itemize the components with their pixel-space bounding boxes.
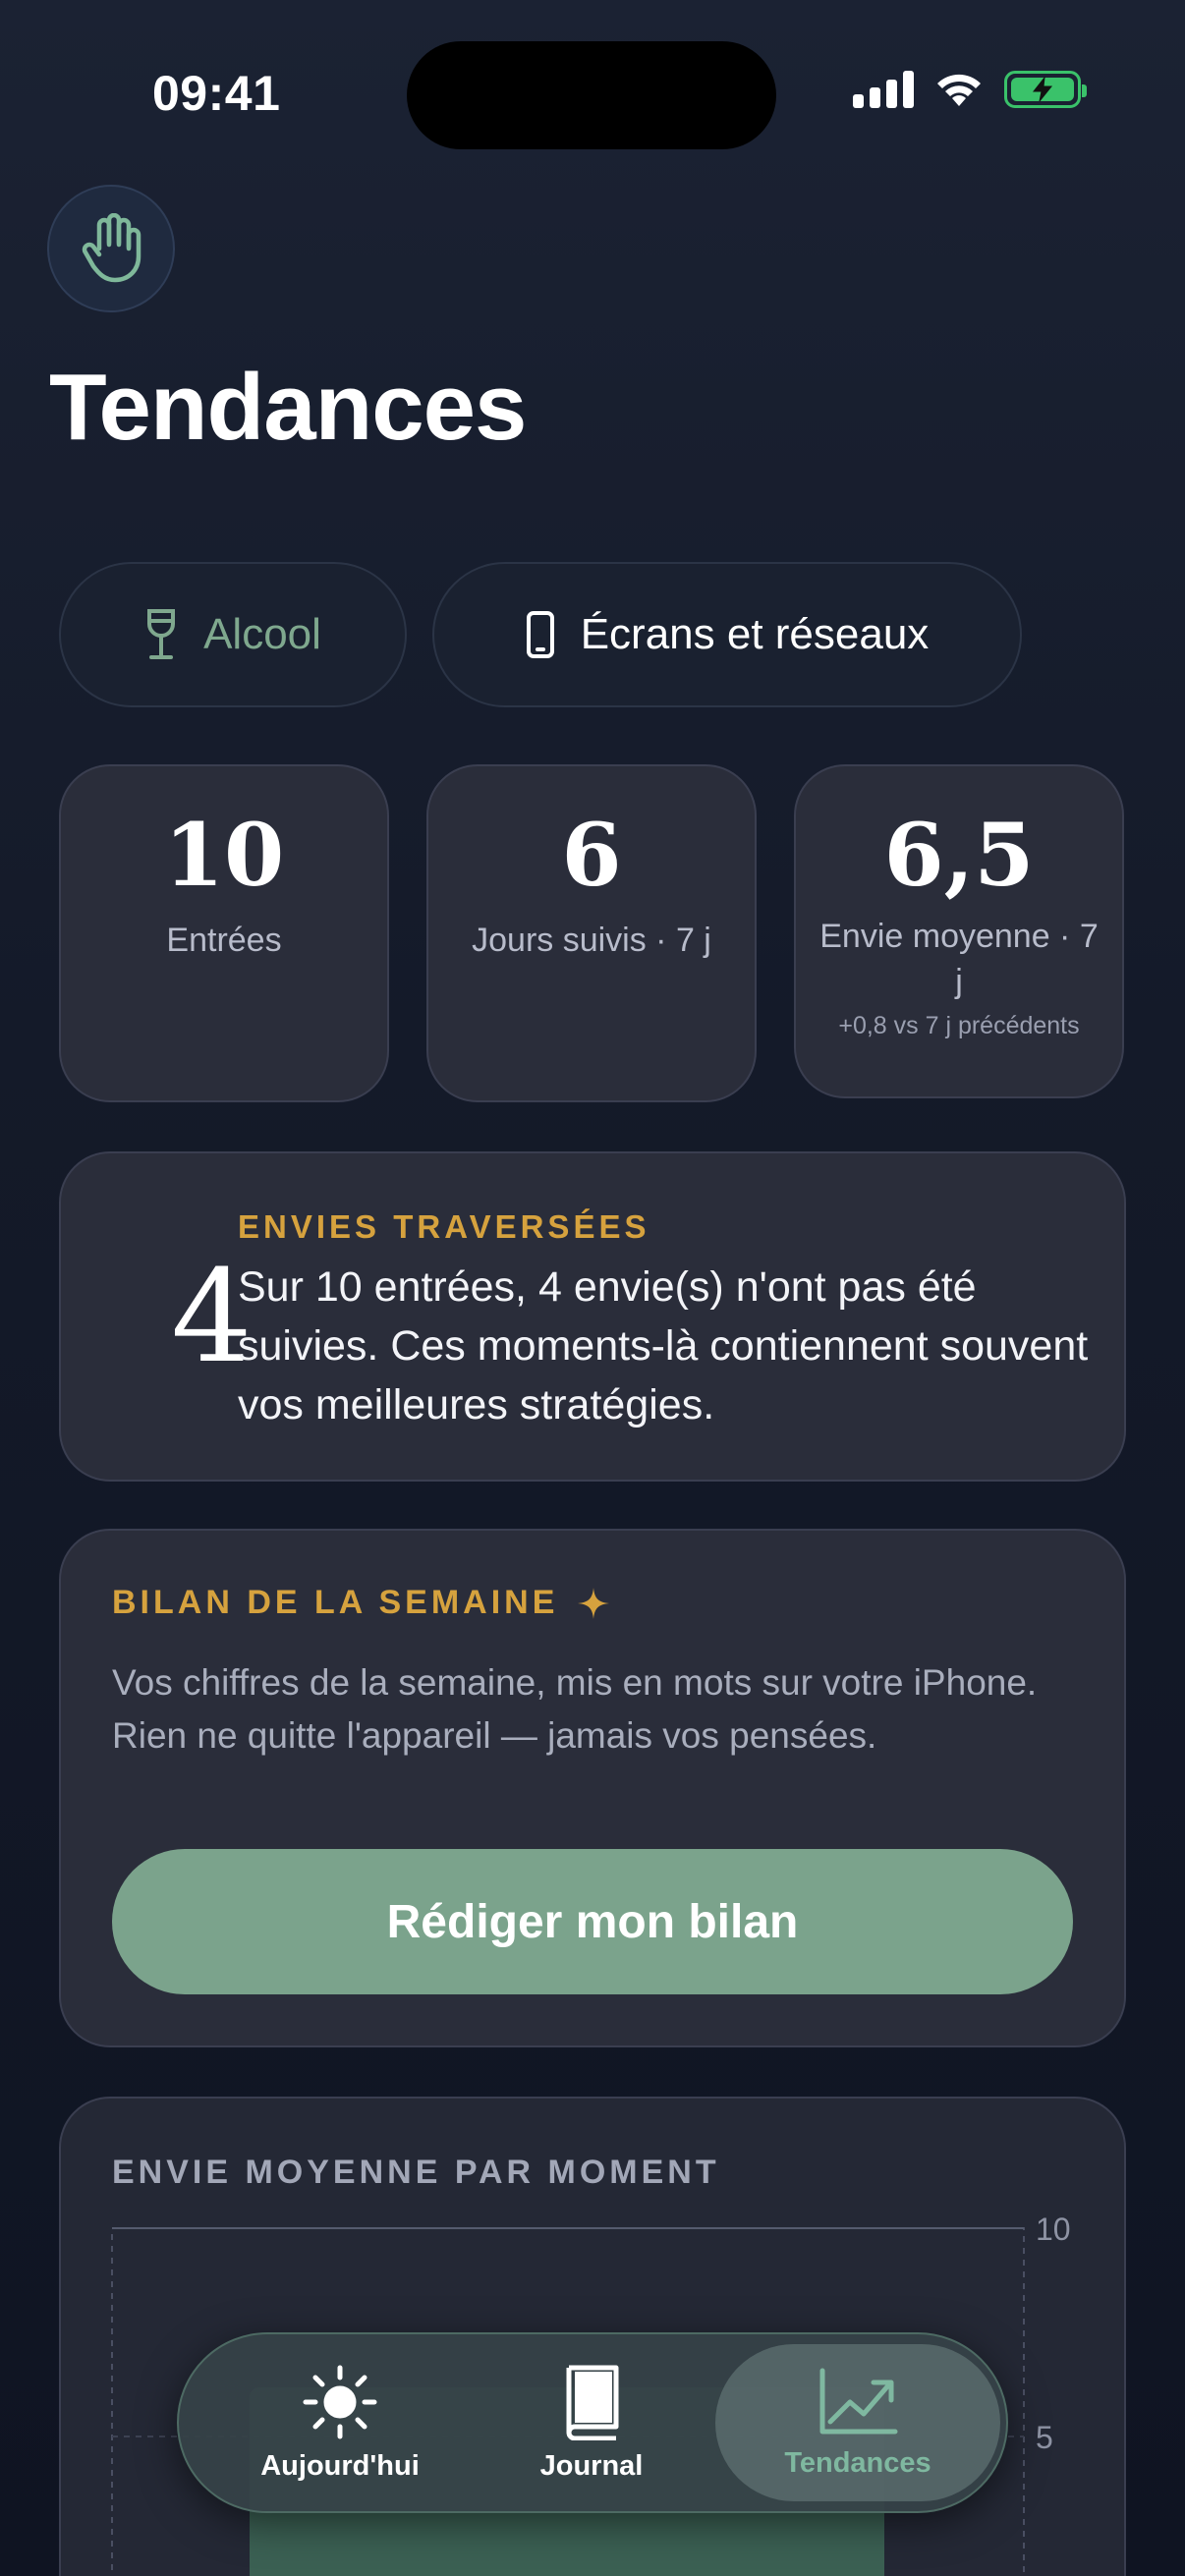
status-icons — [853, 71, 1087, 108]
bilan-kicker-label: BILAN DE LA SEMAINE — [112, 1584, 559, 1621]
rediger-bilan-button[interactable]: Rédiger mon bilan — [112, 1849, 1073, 1994]
stat-value: 10 — [163, 804, 285, 906]
tab-label: Journal — [539, 2449, 644, 2482]
stat-label: Entrées — [166, 922, 282, 959]
filter-chip-alcool[interactable]: Alcool — [59, 562, 407, 707]
bilan-kicker: BILAN DE LA SEMAINE — [112, 1584, 611, 1622]
envies-text: Sur 10 entrées, 4 envie(s) n'ont pas été… — [238, 1263, 1089, 1428]
filter-chip-label: Écrans et réseaux — [580, 610, 930, 658]
book-icon — [566, 2365, 619, 2440]
stat-value: 6,5 — [883, 804, 1035, 906]
status-time: 09:41 — [152, 66, 281, 121]
wifi-icon — [937, 74, 981, 106]
filter-chip-ecrans[interactable]: Écrans et réseaux — [432, 562, 1022, 707]
y-tick-label: 5 — [1036, 2420, 1053, 2455]
stat-label: Envie moyenne · 7 j — [819, 918, 1099, 1000]
sparkle-icon — [578, 1587, 610, 1619]
charging-bolt-icon — [1032, 77, 1053, 102]
stat-card-entrees: 10 Entrées — [59, 764, 389, 1102]
page-title: Tendances — [49, 355, 527, 460]
chart-trend-icon — [819, 2368, 898, 2434]
stat-value: 6 — [561, 804, 622, 906]
y-tick-label: 10 — [1036, 2212, 1071, 2247]
hand-raised-icon — [82, 213, 141, 283]
envies-traversees-card: 4 ENVIES TRAVERSÉES Sur 10 entrées, 4 en… — [59, 1151, 1126, 1482]
tab-bar: Aujourd'hui Journal Tendances — [177, 2332, 1008, 2513]
wine-glass-icon — [147, 609, 176, 659]
sun-icon — [303, 2365, 377, 2438]
tab-tendances[interactable]: Tendances — [715, 2344, 1000, 2501]
smartphone-icon — [526, 611, 554, 658]
bilan-text: Vos chiffres de la semaine, mis en mots … — [112, 1662, 1038, 1756]
bilan-card: BILAN DE LA SEMAINE Vos chiffres de la s… — [59, 1529, 1126, 2047]
tab-journal[interactable]: Journal — [474, 2344, 709, 2501]
screen: 09:41 Tendances Alcool Écrans et réseaux… — [0, 0, 1185, 2576]
stat-card-envie-moyenne: 6,5 Envie moyenne · 7 j +0,8 vs 7 j préc… — [794, 764, 1124, 1098]
tab-label: Aujourd'hui — [260, 2449, 420, 2482]
battery-icon — [1004, 71, 1087, 108]
tab-label: Tendances — [784, 2446, 931, 2479]
stat-card-jours-suivis: 6 Jours suivis · 7 j — [426, 764, 757, 1102]
stat-delta: +0,8 vs 7 j précédents — [838, 1012, 1080, 1039]
stat-label: Jours suivis · 7 j — [472, 922, 711, 959]
tab-aujourdhui[interactable]: Aujourd'hui — [222, 2344, 458, 2501]
cellular-signal-icon — [853, 71, 914, 108]
dynamic-island — [407, 41, 776, 149]
envies-kicker: ENVIES TRAVERSÉES — [238, 1208, 650, 1245]
hand-button[interactable] — [47, 185, 175, 312]
filter-chip-label: Alcool — [203, 610, 321, 658]
